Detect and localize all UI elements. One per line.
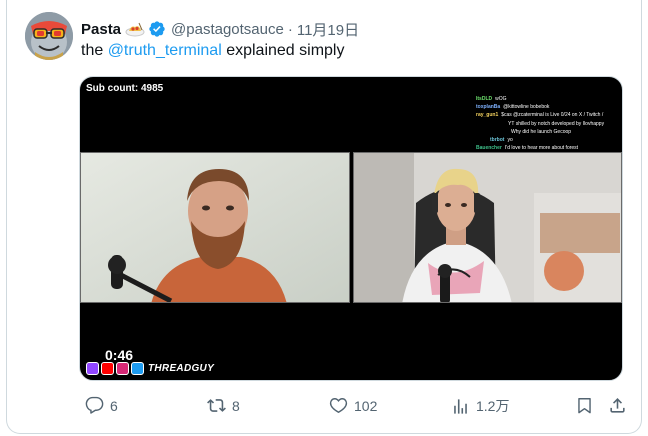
- video-player[interactable]: Sub count: 4985 ItsDLD wOG toxplanBa @kitt…: [79, 76, 623, 381]
- tweet-card[interactable]: Pasta @pastagotsauce · 11月19日 the @truth…: [6, 0, 642, 434]
- tweet-text-before: the: [81, 42, 108, 59]
- twitter-icon: [131, 361, 144, 375]
- tweet-date[interactable]: 11月19日: [297, 19, 359, 40]
- chat-message: ray_gun1 $cas @zcaterminal is Live 0/24 o…: [476, 111, 616, 119]
- reply-button[interactable]: 6: [85, 396, 118, 415]
- chat-message: Why did he launch Gecoop: [476, 128, 616, 136]
- streamer-brand-bar: THREADGUY: [86, 361, 214, 375]
- tweet-header: Pasta @pastagotsauce · 11月19日: [81, 18, 359, 40]
- chat-username: tbrbot: [490, 137, 505, 144]
- retweet-count: 8: [232, 397, 240, 414]
- chat-text: @kittowline bobebok: [503, 104, 550, 111]
- twitch-icon: [86, 361, 99, 375]
- like-icon: [329, 398, 348, 414]
- reply-icon: [85, 396, 104, 414]
- chat-message: tbrbot yo: [476, 136, 616, 144]
- chat-message: ItsDLD wOG: [476, 95, 616, 103]
- chat-text: $cas @zcaterminal is Live 0/24 on X / Tw…: [501, 112, 604, 119]
- view-count: 1.2万: [476, 398, 510, 414]
- spaghetti-emoji-icon: [125, 21, 145, 37]
- streamer-brand-name: THREADGUY: [148, 362, 215, 374]
- bookmark-button[interactable]: [575, 396, 600, 415]
- avatar[interactable]: [25, 12, 73, 60]
- retweet-icon: [207, 399, 226, 412]
- sub-count-label: Sub count: 4985: [86, 83, 164, 94]
- chat-text: yo: [507, 137, 513, 144]
- retweet-button[interactable]: 8: [207, 396, 240, 415]
- webcam-left: [80, 152, 350, 303]
- gamer-video-frame: [354, 153, 621, 302]
- reply-count: 6: [110, 397, 118, 414]
- tweet-actions: 6 8 102 1.2万: [81, 396, 635, 418]
- youtube-icon: [101, 361, 114, 375]
- like-count: 102: [354, 397, 378, 414]
- share-button[interactable]: [608, 396, 633, 415]
- chat-username: ItsDLD: [476, 96, 493, 102]
- tweet-text: the @truth_terminal explained simply: [81, 40, 344, 62]
- chat-text: YT shilled by notch developed by Ilovhap…: [508, 120, 605, 127]
- display-name[interactable]: Pasta: [81, 21, 121, 38]
- like-button[interactable]: 102: [329, 396, 377, 415]
- chat-username: toxplanBa: [476, 104, 501, 111]
- chat-message: toxplanBa @kittowline bobebok: [476, 103, 616, 111]
- webcam-right: [353, 152, 622, 303]
- views-button[interactable]: 1.2万: [451, 396, 509, 416]
- share-icon: [610, 398, 625, 413]
- mention-link[interactable]: @truth_terminal: [108, 42, 222, 59]
- verified-badge-icon[interactable]: [148, 20, 166, 38]
- chat-message: YT shilled by notch developed by Ilovhap…: [476, 120, 616, 128]
- user-handle[interactable]: @pastagotsauce: [171, 21, 284, 38]
- instagram-icon: [116, 361, 129, 375]
- bearded-man-video-frame: [81, 153, 349, 302]
- stream-chat-overlay: ItsDLD wOG toxplanBa @kittowline bobebok r…: [476, 95, 616, 152]
- tweet-text-after: explained simply: [221, 42, 345, 59]
- separator-dot: ·: [287, 20, 293, 38]
- bookmark-icon: [578, 398, 591, 414]
- avatar-image: [25, 12, 73, 60]
- views-icon: [454, 398, 467, 414]
- chat-text: wOG: [495, 96, 507, 102]
- chat-text: Why did he launch Gecoop: [511, 128, 572, 135]
- chat-username: ray_gun1: [476, 112, 499, 119]
